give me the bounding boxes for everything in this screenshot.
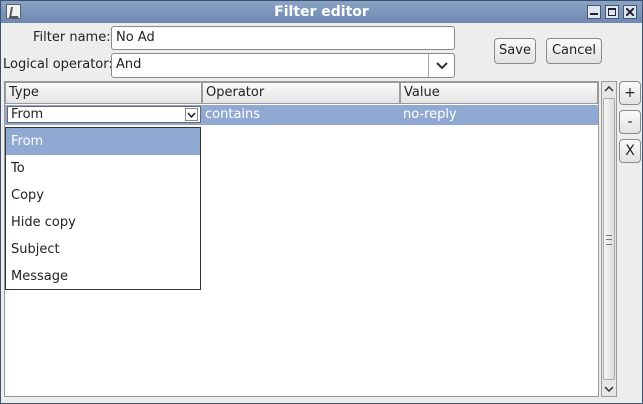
chevron-down-icon	[435, 61, 448, 69]
type-dropdown-list: From To Copy Hide copy Subject Message	[5, 127, 201, 290]
filter-name-input[interactable]: No Ad	[111, 26, 455, 50]
logical-operator-label: Logical operator:	[3, 57, 113, 72]
dropdown-arrow[interactable]	[428, 54, 454, 77]
maximize-icon	[608, 8, 616, 16]
dropdown-option-subject[interactable]: Subject	[6, 236, 200, 263]
dropdown-option-from[interactable]: From	[6, 128, 200, 155]
column-header-operator[interactable]: Operator	[202, 82, 400, 104]
column-header-type[interactable]: Type	[5, 82, 202, 104]
remove-rule-button[interactable]: -	[619, 110, 641, 134]
logical-operator-select[interactable]: And	[111, 53, 455, 78]
type-cell-select[interactable]: From	[7, 106, 201, 123]
clear-rules-button[interactable]: X	[619, 139, 641, 163]
table-row[interactable]: From contains no-reply	[5, 105, 598, 125]
close-window-button[interactable]	[623, 5, 637, 19]
column-header-value[interactable]: Value	[400, 82, 598, 104]
title-bar[interactable]: Filter editor	[1, 1, 642, 23]
chevron-down-icon	[187, 112, 196, 118]
value-cell[interactable]: no-reply	[403, 107, 457, 122]
dropdown-option-to[interactable]: To	[6, 155, 200, 182]
type-cell-value: From	[11, 107, 44, 122]
scroll-down-button[interactable]	[602, 382, 616, 396]
add-rule-button[interactable]: +	[619, 81, 641, 105]
operator-cell[interactable]: contains	[205, 107, 260, 122]
logical-operator-value: And	[116, 57, 142, 72]
maximize-button[interactable]	[605, 5, 619, 19]
filter-editor-window: Filter editor Filter name: No Ad Logical…	[0, 0, 643, 404]
minimize-button[interactable]	[587, 5, 601, 19]
filter-name-label: Filter name:	[33, 30, 111, 45]
close-icon	[625, 7, 635, 17]
type-dropdown-arrow[interactable]	[185, 108, 198, 121]
dropdown-option-message[interactable]: Message	[6, 263, 200, 290]
dropdown-option-hide-copy[interactable]: Hide copy	[6, 209, 200, 236]
grip-icon	[606, 235, 612, 245]
chevron-up-icon	[604, 86, 614, 92]
minimize-icon	[590, 13, 598, 15]
window-title: Filter editor	[274, 4, 369, 20]
chevron-down-icon	[604, 386, 614, 392]
save-button[interactable]: Save	[494, 38, 536, 64]
scroll-up-button[interactable]	[602, 82, 616, 96]
scroll-thumb[interactable]	[603, 98, 615, 380]
table-scrollbar[interactable]	[601, 81, 617, 397]
dropdown-option-copy[interactable]: Copy	[6, 182, 200, 209]
cancel-button[interactable]: Cancel	[546, 38, 602, 64]
